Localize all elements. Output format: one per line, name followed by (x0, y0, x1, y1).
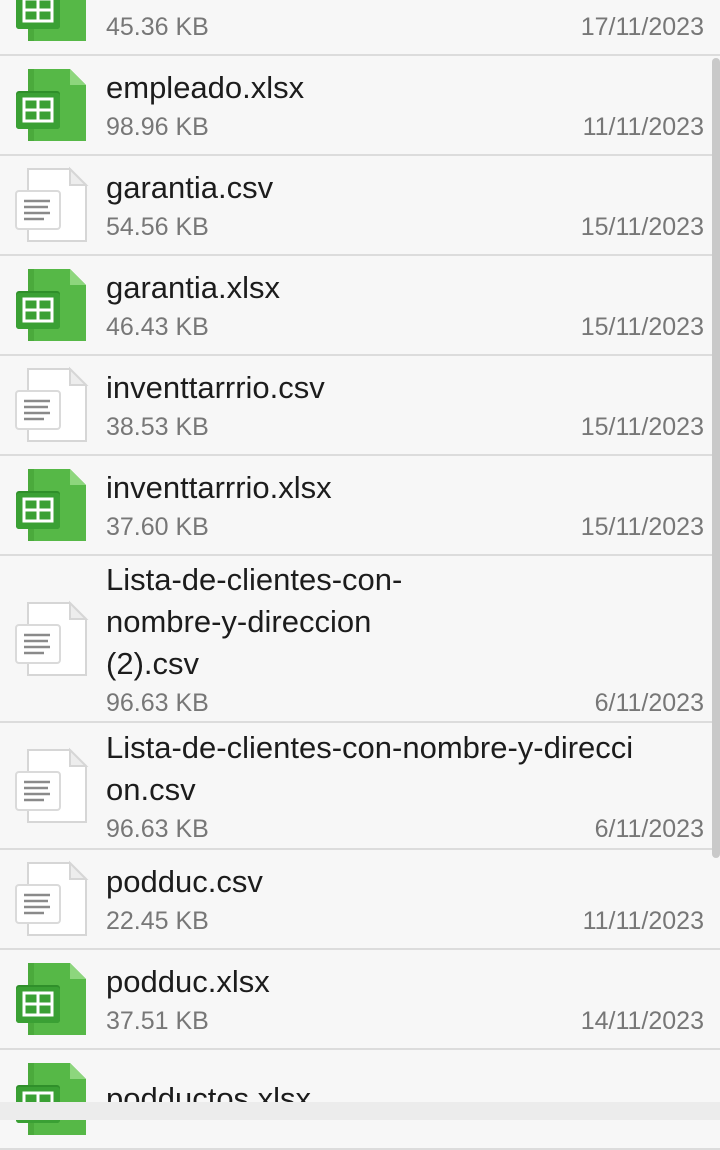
file-info: Lista-de-clientes-con-nombre-y-direcci o… (106, 727, 720, 845)
file-date: 6/11/2023 (594, 688, 704, 717)
bottom-bar (0, 1102, 720, 1120)
file-row[interactable]: inventtarrrio.csv 38.53 KB 15/11/2023 (0, 356, 720, 456)
text-file-icon (0, 859, 106, 939)
file-info: garantia.xlsx 46.43 KB 15/11/2023 (106, 267, 720, 343)
spreadsheet-file-icon (0, 1059, 106, 1139)
file-row[interactable]: podduc.xlsx 37.51 KB 14/11/2023 (0, 950, 720, 1050)
file-meta: 38.53 KB 15/11/2023 (106, 411, 704, 443)
file-name: empleado.xlsx (106, 70, 305, 105)
file-name: Lista-de-clientes-con-nombre-y-direcci o… (106, 729, 634, 807)
file-meta: 22.45 KB 11/11/2023 (106, 905, 704, 937)
file-info: inventtarrrio.csv 38.53 KB 15/11/2023 (106, 367, 720, 443)
file-row[interactable]: garantia.xlsx 46.43 KB 15/11/2023 (0, 256, 720, 356)
file-date: 14/11/2023 (580, 1007, 704, 1035)
file-date: 11/11/2023 (582, 907, 704, 935)
file-name: garantia.csv (106, 170, 274, 205)
file-size: 46.43 KB (106, 313, 209, 341)
file-meta: 96.63 KB 6/11/2023 (106, 687, 704, 719)
scrollbar[interactable] (712, 58, 720, 858)
spreadsheet-file-icon (0, 465, 106, 545)
spreadsheet-file-icon (0, 959, 106, 1039)
file-info: Lista-de-clientes-con- nombre-y-direccio… (106, 559, 720, 719)
file-meta: 37.60 KB 15/11/2023 (106, 511, 704, 543)
file-row[interactable]: garantia.csv 54.56 KB 15/11/2023 (0, 156, 720, 256)
file-name: DETALLE-VENTA-A.xlsx (106, 0, 704, 9)
file-meta: 45.36 KB 17/11/2023 (106, 11, 704, 43)
file-size: 38.53 KB (106, 413, 209, 441)
file-row[interactable]: DETALLE-VENTA-A.xlsx 45.36 KB 17/11/2023 (0, 0, 720, 56)
file-size: 37.60 KB (106, 513, 209, 541)
file-date: 15/11/2023 (580, 213, 704, 241)
file-meta: 46.43 KB 15/11/2023 (106, 311, 704, 343)
file-date: 15/11/2023 (580, 313, 704, 341)
file-row[interactable]: Lista-de-clientes-con-nombre-y-direcci o… (0, 723, 720, 850)
file-row[interactable]: podduc.csv 22.45 KB 11/11/2023 (0, 850, 720, 950)
file-row[interactable]: inventtarrrio.xlsx 37.60 KB 15/11/2023 (0, 456, 720, 556)
file-info: podduc.csv 22.45 KB 11/11/2023 (106, 861, 720, 937)
file-size: 54.56 KB (106, 213, 209, 241)
text-file-icon (0, 746, 106, 826)
file-size: 96.63 KB (106, 688, 209, 717)
file-size: 37.51 KB (106, 1007, 209, 1035)
file-name: inventtarrrio.csv (106, 370, 325, 405)
file-row[interactable]: Lista-de-clientes-con- nombre-y-direccio… (0, 556, 720, 723)
file-name: podduc.csv (106, 864, 263, 899)
text-file-icon (0, 599, 106, 679)
text-file-icon (0, 365, 106, 445)
file-info: podduc.xlsx 37.51 KB 14/11/2023 (106, 961, 720, 1037)
file-info: garantia.csv 54.56 KB 15/11/2023 (106, 167, 720, 243)
file-size: 96.63 KB (106, 814, 209, 843)
spreadsheet-file-icon (0, 0, 106, 45)
file-meta: 96.63 KB 6/11/2023 (106, 813, 704, 845)
file-info: DETALLE-VENTA-A.xlsx 45.36 KB 17/11/2023 (106, 0, 720, 43)
file-meta: 98.96 KB 11/11/2023 (106, 111, 704, 143)
file-size: 22.45 KB (106, 907, 209, 935)
file-info: inventtarrrio.xlsx 37.60 KB 15/11/2023 (106, 467, 720, 543)
file-name: inventtarrrio.xlsx (106, 470, 332, 505)
text-file-icon (0, 165, 106, 245)
file-meta: 37.51 KB 14/11/2023 (106, 1005, 704, 1037)
file-info: empleado.xlsx 98.96 KB 11/11/2023 (106, 67, 720, 143)
file-date: 6/11/2023 (594, 814, 704, 843)
file-name: garantia.xlsx (106, 270, 281, 305)
file-meta: 54.56 KB 15/11/2023 (106, 211, 704, 243)
file-name: podduc.xlsx (106, 964, 270, 999)
file-row[interactable]: podductos.xlsx (0, 1050, 720, 1150)
file-date: 11/11/2023 (582, 113, 704, 141)
file-size: 98.96 KB (106, 113, 209, 141)
file-row[interactable]: empleado.xlsx 98.96 KB 11/11/2023 (0, 56, 720, 156)
file-list: DETALLE-VENTA-A.xlsx 45.36 KB 17/11/2023 e… (0, 0, 720, 1150)
spreadsheet-file-icon (0, 65, 106, 145)
spreadsheet-file-icon (0, 265, 106, 345)
file-date: 15/11/2023 (580, 413, 704, 441)
file-date: 17/11/2023 (580, 13, 704, 41)
file-size: 45.36 KB (106, 13, 209, 41)
file-name: Lista-de-clientes-con- nombre-y-direccio… (106, 561, 403, 681)
file-date: 15/11/2023 (580, 513, 704, 541)
